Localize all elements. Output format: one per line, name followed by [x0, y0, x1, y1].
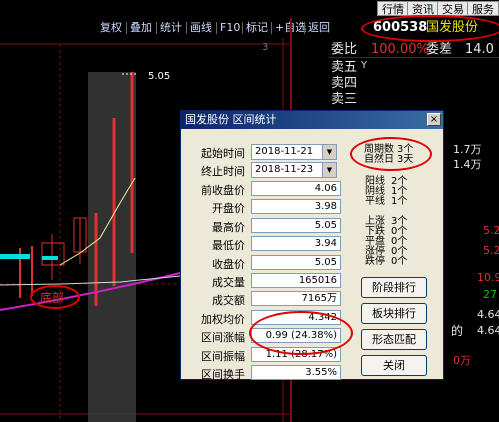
quote-value: 4.64	[477, 324, 499, 337]
dialog-title: 国发股份 区间统计	[185, 113, 277, 126]
toolbar-f10[interactable]: F10	[220, 21, 240, 35]
weibi-value: 100.00%	[371, 42, 429, 57]
interval-statistics-dialog: 国发股份 区间统计 × 起始时间 2018-11-21 ▼ 终止时间 2018-…	[180, 110, 444, 381]
end-time-select[interactable]: 2018-11-23 ▼	[251, 162, 337, 178]
field-label: 收盘价	[212, 257, 245, 271]
field-label: 开盘价	[212, 202, 245, 216]
sell5-mark: Y	[361, 60, 368, 71]
field-label: 前收盘价	[201, 184, 245, 197]
tab-news[interactable]: 资讯	[407, 1, 439, 16]
tab-trade[interactable]: 交易	[437, 1, 469, 16]
field-value: 7165万	[251, 291, 341, 307]
peak-price-label: 5.05	[148, 71, 171, 82]
sell4-label: 卖四	[331, 76, 358, 91]
field-value: 3.94	[251, 236, 341, 252]
close-button[interactable]: 关闭	[361, 355, 427, 376]
field-label: 区间振幅	[201, 349, 245, 363]
candle-body	[41, 242, 65, 266]
field-value: 4.06	[251, 181, 341, 196]
sell3-label: 卖三	[331, 92, 358, 107]
end-time-label: 终止时间	[201, 165, 245, 178]
tab-market[interactable]: 行情	[377, 1, 409, 16]
tab-service[interactable]: 服务	[467, 1, 499, 16]
period-annotation	[350, 137, 432, 171]
field-value: 165016	[251, 273, 341, 288]
weicha-value: 14.0	[465, 42, 494, 57]
bottom-label: 底部	[40, 291, 65, 305]
dialog-titlebar[interactable]: 国发股份 区间统计 ×	[181, 111, 443, 129]
toolbar-mark[interactable]: 标记	[246, 21, 268, 35]
quote-value: 1.4万	[453, 158, 482, 171]
field-value: 5.05	[251, 254, 341, 270]
quote-value: 4.64	[477, 308, 499, 321]
toolbar-adjust[interactable]: 复权	[100, 21, 122, 35]
field-label: 成交额	[212, 294, 245, 308]
toolbar-overlay[interactable]: 叠加	[130, 21, 152, 35]
quote-row-label: 的	[451, 324, 464, 338]
quote-value: 5.2	[483, 244, 499, 257]
start-time-label: 起始时间	[201, 147, 245, 160]
limit-down-label: 跌停	[365, 256, 385, 267]
field-label: 成交量	[212, 276, 245, 289]
field-value: 3.98	[251, 199, 341, 215]
weibi-label: 委比	[331, 42, 358, 57]
field-value: 5.05	[251, 217, 341, 233]
chevron-down-icon[interactable]: ▼	[322, 145, 336, 159]
quote-value: 0万	[453, 354, 471, 367]
stage-ranking-button[interactable]: 阶段排行	[361, 277, 427, 298]
start-time-select[interactable]: 2018-11-21 ▼	[251, 144, 337, 160]
toolbar-draw-line[interactable]: 画线	[190, 21, 212, 35]
limit-down-value: 0个	[391, 256, 408, 267]
sector-ranking-button[interactable]: 板块排行	[361, 303, 427, 324]
field-label: 区间换手	[201, 368, 245, 381]
sell5-label: 卖五	[331, 60, 358, 75]
stock-name-annotation	[361, 15, 499, 42]
field-label: 区间涨幅	[201, 331, 245, 345]
field-label: 最高价	[212, 220, 245, 234]
quote-value: 10.9	[477, 271, 499, 284]
weicha-label: 委差	[426, 42, 453, 57]
close-icon[interactable]: ×	[427, 113, 441, 126]
toolbar-statistics[interactable]: 统计	[160, 21, 182, 35]
chevron-down-icon[interactable]: ▼	[322, 163, 336, 177]
field-label: 加权均价	[201, 312, 245, 326]
cyan-line	[0, 254, 30, 259]
field-value: 3.55%	[251, 365, 341, 380]
range-annotation	[249, 311, 353, 355]
field-label: 最低价	[212, 239, 245, 253]
quote-value: 5.2	[483, 224, 499, 237]
flat-candle-value: 1个	[391, 196, 408, 207]
axis-label: 3	[262, 42, 269, 53]
pattern-match-button[interactable]: 形态匹配	[361, 329, 427, 350]
flat-candle-label: 平线	[365, 196, 385, 207]
quote-value: 27	[483, 288, 497, 301]
quote-value: 1.7万	[453, 143, 482, 156]
